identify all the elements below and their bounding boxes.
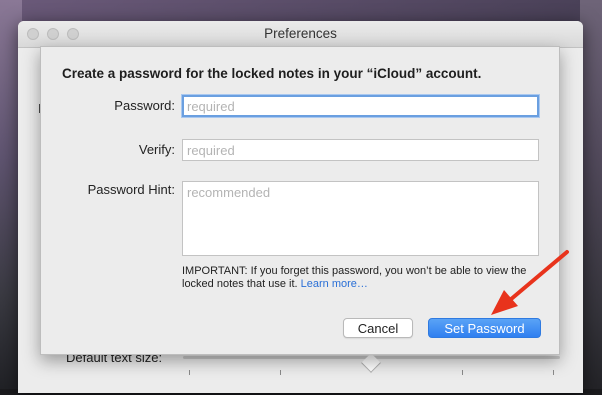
- sheet-heading: Create a password for the locked notes i…: [62, 66, 482, 81]
- password-field[interactable]: [182, 95, 539, 117]
- password-sheet: Create a password for the locked notes i…: [40, 46, 560, 355]
- slider-tick: [462, 370, 463, 375]
- desktop-wallpaper-right: [580, 0, 602, 395]
- verify-field[interactable]: [182, 139, 539, 161]
- set-password-button[interactable]: Set Password: [428, 318, 541, 338]
- slider-tick: [280, 370, 281, 375]
- cancel-button[interactable]: Cancel: [343, 318, 413, 338]
- learn-more-link[interactable]: Learn more…: [301, 278, 368, 290]
- password-hint-field[interactable]: [182, 181, 539, 256]
- verify-label: Verify:: [138, 142, 175, 157]
- window-titlebar[interactable]: Preferences: [18, 21, 583, 48]
- password-label: Password:: [114, 98, 175, 113]
- important-notice: IMPORTANT: If you forget this password, …: [182, 265, 542, 291]
- password-hint-label: Password Hint:: [87, 182, 175, 197]
- window-title: Preferences: [264, 26, 337, 41]
- slider-tick: [553, 370, 554, 375]
- slider-tick: [189, 370, 190, 375]
